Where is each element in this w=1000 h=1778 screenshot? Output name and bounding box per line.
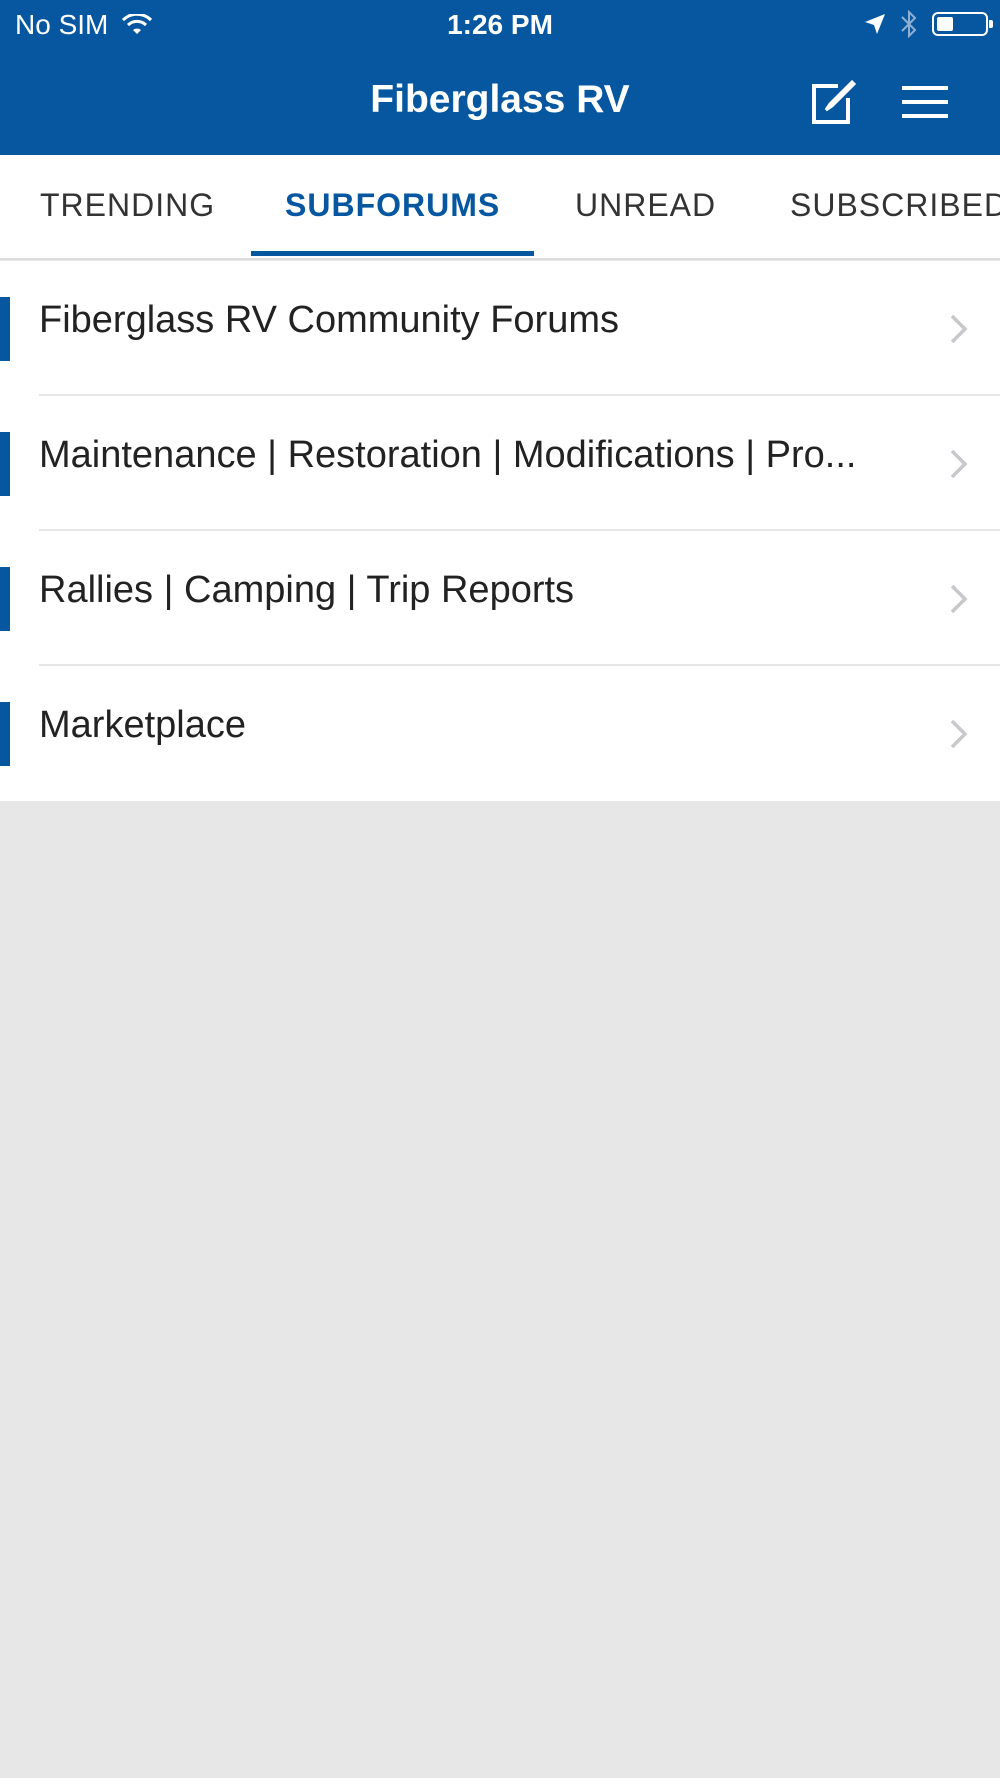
- tab-subscribed[interactable]: SUBSCRIBED: [790, 155, 1000, 258]
- subforum-label: Marketplace: [39, 704, 246, 746]
- chevron-right-icon: [950, 584, 968, 614]
- row-accent-bar: [0, 702, 10, 766]
- chevron-right-icon: [950, 449, 968, 479]
- row-accent-bar: [0, 432, 10, 496]
- subforum-row[interactable]: Marketplace: [0, 666, 1000, 801]
- tab-subforums[interactable]: SUBFORUMS: [285, 155, 500, 258]
- subforum-label: Rallies | Camping | Trip Reports: [39, 569, 575, 611]
- chevron-right-icon: [950, 719, 968, 749]
- subforum-row[interactable]: Rallies | Camping | Trip Reports: [0, 531, 1000, 666]
- compose-icon[interactable]: [808, 78, 856, 126]
- hamburger-menu-icon[interactable]: [900, 82, 950, 122]
- bluetooth-icon: [901, 10, 917, 38]
- battery-fill: [937, 17, 953, 31]
- tab-bar: TRENDING SUBFORUMS UNREAD SUBSCRIBED: [0, 155, 1000, 260]
- subforum-row[interactable]: Maintenance | Restoration | Modification…: [0, 396, 1000, 531]
- tab-unread[interactable]: UNREAD: [575, 155, 716, 258]
- active-tab-indicator: [251, 251, 534, 256]
- status-right: [850, 10, 993, 38]
- subforum-label: Fiberglass RV Community Forums: [39, 299, 620, 341]
- tab-trending[interactable]: TRENDING: [40, 155, 215, 258]
- subforum-label: Maintenance | Restoration | Modification…: [39, 434, 857, 476]
- location-arrow-icon: [865, 14, 885, 34]
- battery-icon: [932, 12, 993, 36]
- row-accent-bar: [0, 567, 10, 631]
- subforum-list: Fiberglass RV Community Forums Maintenan…: [0, 261, 1000, 801]
- status-bar: No SIM 1:26 PM: [0, 0, 1000, 50]
- app-header: No SIM 1:26 PM Fiberglass RV: [0, 0, 1000, 155]
- chevron-right-icon: [950, 314, 968, 344]
- subforum-row[interactable]: Fiberglass RV Community Forums: [0, 261, 1000, 396]
- row-accent-bar: [0, 297, 10, 361]
